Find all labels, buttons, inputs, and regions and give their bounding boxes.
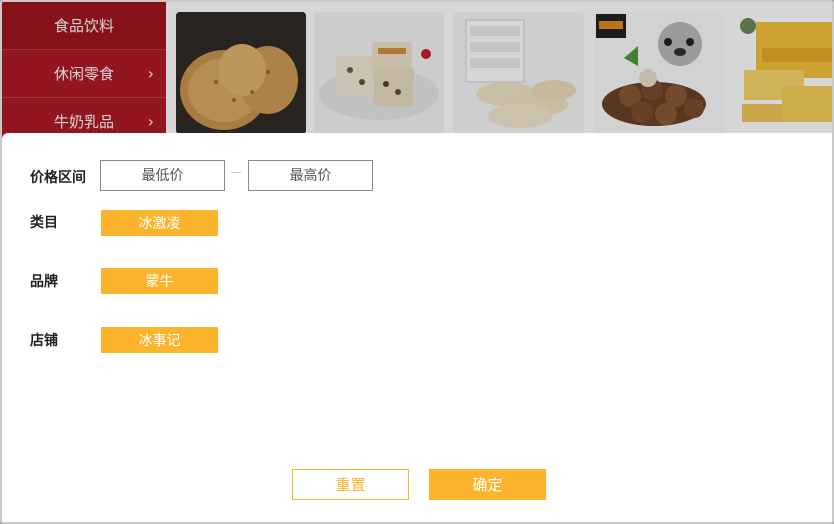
price-range-label: 价格区间 [30, 170, 86, 186]
background-page: 食品饮料 休闲零食 › 牛奶乳品 › [2, 2, 832, 146]
shop-tag-bingshiji[interactable]: 冰事记 [101, 327, 218, 353]
category-tag-label: 冰激凌 [138, 216, 181, 232]
brand-label: 品牌 [30, 274, 58, 290]
screen-frame: 食品饮料 休闲零食 › 牛奶乳品 › 价格区间 最低价 最高价 类目 冰激凌 品… [0, 0, 834, 524]
filter-panel: 价格区间 类目 冰激凌 品牌 蒙牛 店铺 冰事记 重置 确定 [2, 133, 832, 522]
min-price-input[interactable] [100, 160, 225, 191]
category-label: 类目 [30, 215, 58, 231]
shop-tag-label: 冰事记 [138, 333, 181, 349]
brand-tag-mengniu[interactable]: 蒙牛 [101, 268, 218, 294]
confirm-button[interactable]: 确定 [429, 469, 546, 500]
price-range-dash [231, 172, 241, 173]
confirm-button-label: 确定 [472, 476, 503, 494]
category-tag-ice-cream[interactable]: 冰激凌 [101, 210, 218, 236]
dim-overlay[interactable] [2, 2, 832, 142]
reset-button[interactable]: 重置 [292, 469, 409, 500]
brand-tag-label: 蒙牛 [145, 274, 174, 290]
shop-label: 店铺 [30, 333, 58, 349]
max-price-input[interactable] [248, 160, 373, 191]
reset-button-label: 重置 [335, 476, 366, 494]
